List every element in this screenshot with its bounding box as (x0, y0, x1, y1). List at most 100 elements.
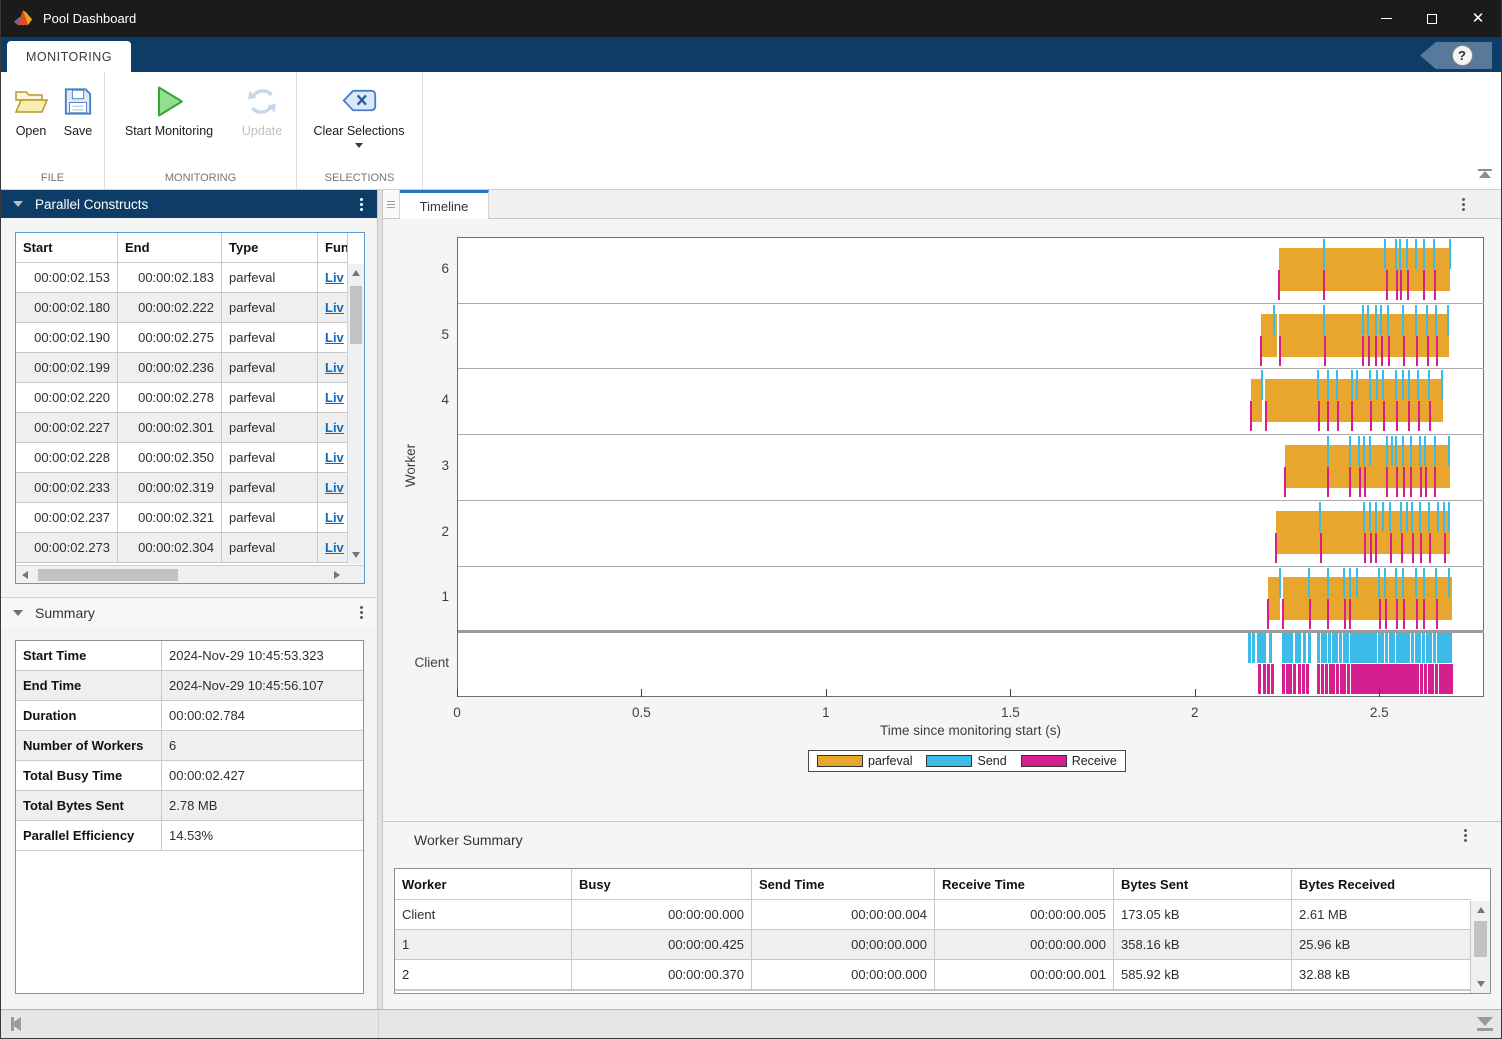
summary-title: Summary (35, 605, 95, 621)
scroll-down-icon[interactable] (352, 552, 360, 558)
y-axis-label: 6 (393, 261, 449, 276)
open-button-label: Open (16, 124, 47, 138)
kebab-menu-icon[interactable] (1462, 203, 1465, 206)
send-tick (1395, 370, 1397, 400)
receive-tick (1381, 336, 1383, 366)
send-tick (1385, 633, 1388, 663)
right-panel: Timeline Worker Time since monitoring st… (382, 190, 1502, 1010)
receive-tick (1375, 336, 1377, 366)
app-window: Pool Dashboard ✕ MONITORING ? Open (0, 0, 1502, 1039)
tab-timeline[interactable]: Timeline (400, 190, 489, 219)
open-button[interactable]: Open (9, 82, 53, 138)
minimize-button[interactable] (1363, 0, 1409, 37)
kebab-menu-icon[interactable] (1464, 834, 1467, 837)
function-link[interactable]: Liv (318, 323, 348, 353)
collapse-left-panel-icon[interactable] (11, 1017, 21, 1031)
function-link[interactable]: Liv (318, 503, 348, 533)
table-cell: 00:00:00.370 (572, 960, 752, 990)
scrollbar-thumb[interactable] (38, 569, 178, 581)
column-header: Start (16, 233, 118, 263)
table-cell: 00:00:02.183 (118, 263, 222, 293)
x-axis-title: Time since monitoring start (s) (880, 723, 1061, 738)
receive-tick (1425, 467, 1427, 497)
collapse-ribbon-icon[interactable] (1478, 169, 1492, 181)
receive-tick (1423, 599, 1425, 629)
help-button[interactable]: ? (1420, 42, 1492, 69)
column-header: Bytes Sent (1114, 869, 1292, 900)
tab-monitoring[interactable]: MONITORING (7, 41, 131, 72)
send-tick (1336, 370, 1338, 400)
collapse-panel-icon[interactable] (13, 610, 23, 616)
column-header: Busy (572, 869, 752, 900)
start-monitoring-button[interactable]: Start Monitoring (113, 82, 225, 138)
send-tick (1406, 502, 1408, 532)
function-link[interactable]: Liv (318, 383, 348, 413)
receive-tick (1364, 533, 1366, 563)
scroll-up-icon[interactable] (1477, 907, 1485, 913)
maximize-button[interactable] (1409, 0, 1455, 37)
chevron-down-icon[interactable] (355, 143, 363, 148)
function-link[interactable]: Liv (318, 263, 348, 293)
table-cell: 2.61 MB (1292, 900, 1471, 930)
start-monitoring-label: Start Monitoring (125, 124, 213, 138)
send-tick (1402, 305, 1404, 335)
function-link[interactable]: Liv (318, 473, 348, 503)
receive-tick (1401, 533, 1403, 563)
send-tick (1327, 370, 1329, 400)
function-link[interactable]: Liv (318, 413, 348, 443)
chart-legend: parfevalSendReceive (808, 750, 1126, 772)
vertical-scrollbar[interactable] (347, 264, 364, 564)
function-link[interactable]: Liv (318, 293, 348, 323)
scroll-right-icon[interactable] (334, 571, 340, 579)
clear-selections-button[interactable]: Clear Selections (306, 82, 412, 148)
summary-label: Duration (16, 701, 162, 731)
function-link[interactable]: Liv (318, 443, 348, 473)
function-link[interactable]: Liv (318, 533, 348, 563)
table-cell: 00:00:02.237 (16, 503, 118, 533)
receive-tick (1320, 533, 1322, 563)
send-tick (1418, 633, 1421, 663)
receive-tick (1349, 599, 1351, 629)
send-tick (1339, 633, 1342, 663)
receive-tick (1289, 664, 1292, 694)
kebab-menu-icon[interactable] (360, 203, 363, 206)
scrollbar-thumb[interactable] (1474, 921, 1487, 957)
summary-label: Total Bytes Sent (16, 791, 162, 821)
table-cell: 00:00:02.301 (118, 413, 222, 443)
table-cell: 00:00:00.000 (572, 900, 752, 930)
receive-tick (1318, 401, 1320, 431)
receive-tick (1403, 599, 1405, 629)
kebab-menu-icon[interactable] (360, 611, 363, 614)
function-link[interactable]: Liv (318, 353, 348, 383)
receive-tick (1359, 467, 1361, 497)
collapse-bottom-panel-icon[interactable] (1477, 1017, 1493, 1026)
scroll-down-icon[interactable] (1477, 981, 1485, 987)
send-tick (1324, 633, 1327, 663)
receive-tick (1388, 336, 1390, 366)
scroll-up-icon[interactable] (352, 270, 360, 276)
panel-handle-icon[interactable] (383, 190, 400, 218)
receive-tick (1383, 401, 1385, 431)
send-tick (1332, 633, 1335, 663)
send-tick (1356, 568, 1358, 598)
parallel-constructs-title: Parallel Constructs (35, 197, 148, 212)
column-header: Send Time (752, 869, 935, 900)
scrollbar-thumb[interactable] (350, 286, 362, 344)
scroll-left-icon[interactable] (22, 571, 28, 579)
worker-summary-title: Worker Summary (414, 832, 523, 848)
horizontal-scrollbar[interactable] (16, 565, 364, 583)
save-button[interactable]: Save (56, 82, 100, 138)
send-tick (1395, 436, 1397, 466)
receive-tick (1420, 533, 1422, 563)
table-cell: parfeval (222, 503, 318, 533)
collapse-panel-icon[interactable] (13, 201, 23, 207)
y-axis-label: Client (393, 655, 449, 670)
table-cell: 2 (395, 960, 572, 990)
receive-tick (1396, 270, 1398, 300)
send-tick (1335, 633, 1338, 663)
vertical-scrollbar[interactable] (1470, 901, 1490, 993)
close-button[interactable]: ✕ (1455, 0, 1501, 37)
send-tick (1343, 568, 1345, 598)
column-header: End (118, 233, 222, 263)
x-tick-mark (1195, 689, 1196, 697)
